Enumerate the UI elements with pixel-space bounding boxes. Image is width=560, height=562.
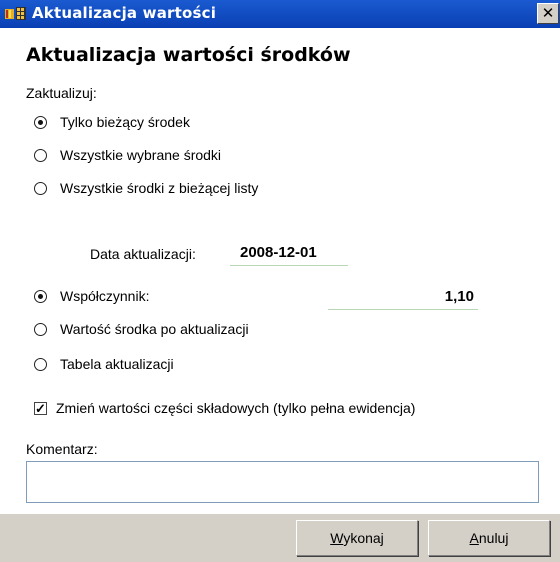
date-field[interactable]: 2008-12-01	[230, 240, 348, 266]
radio-label: Tylko bieżący środek	[60, 114, 190, 130]
app-icon	[5, 7, 26, 20]
radio-label: Wszystkie środki z bieżącej listy	[60, 180, 259, 196]
radio-label: Wartość środka po aktualizacji	[60, 321, 249, 337]
radio-unchecked-icon[interactable]	[34, 182, 47, 195]
cancel-accel: A	[469, 530, 479, 546]
close-icon: ✕	[541, 4, 555, 22]
title-bar[interactable]: Aktualizacja wartości ✕	[0, 0, 560, 28]
close-button[interactable]: ✕	[537, 3, 559, 24]
radio-unchecked-icon[interactable]	[34, 149, 47, 162]
radio-checked-icon[interactable]	[34, 116, 47, 129]
radio-label: Współczynnik:	[60, 288, 150, 304]
execute-label: ykonaj	[343, 530, 384, 546]
radio-unchecked-icon[interactable]	[34, 323, 47, 336]
scope-label: Zaktualizuj:	[26, 85, 97, 101]
window-title: Aktualizacja wartości	[32, 4, 217, 22]
check-icon: ✓	[35, 401, 46, 416]
checkbox[interactable]: ✓	[34, 402, 47, 415]
radio-label: Wszystkie wybrane środki	[60, 147, 222, 163]
dialog-heading: Aktualizacja wartości środków	[26, 44, 351, 66]
radio-label: Tabela aktualizacji	[60, 356, 174, 372]
radio-checked-icon[interactable]	[34, 290, 47, 303]
cancel-button[interactable]: Anuluj	[428, 520, 550, 556]
radio-unchecked-icon[interactable]	[34, 358, 47, 371]
comment-input[interactable]	[26, 461, 539, 503]
execute-accel: W	[330, 530, 344, 546]
date-label: Data aktualizacji:	[90, 246, 196, 262]
execute-button[interactable]: Wykonaj	[296, 520, 418, 556]
comment-label: Komentarz:	[26, 441, 98, 457]
coefficient-field[interactable]: 1,10	[328, 284, 478, 310]
cancel-label: nuluj	[478, 530, 509, 546]
checkbox-label: Zmień wartości części składowych (tylko …	[56, 400, 416, 416]
